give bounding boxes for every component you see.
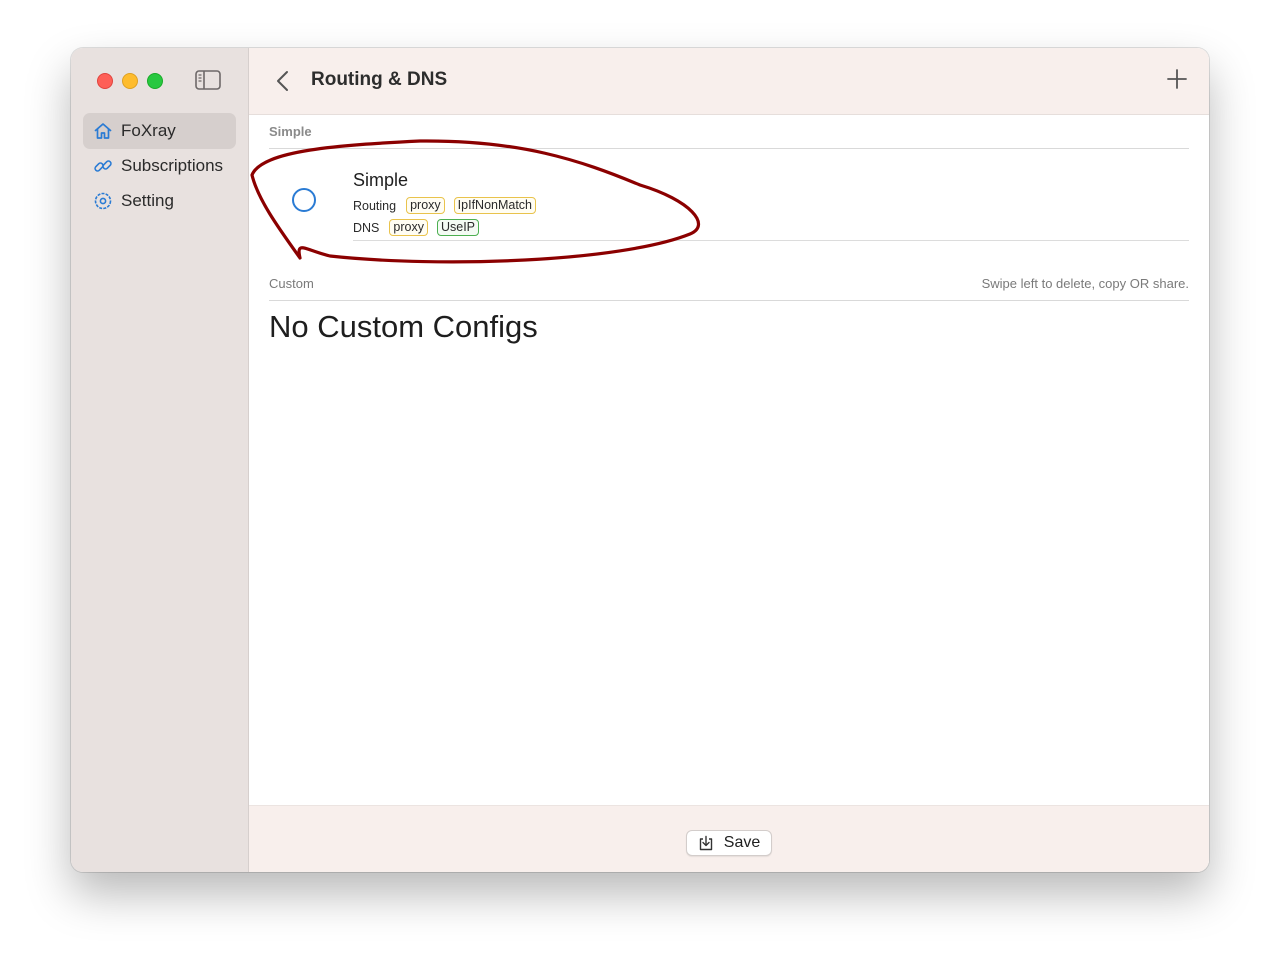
dns-tag: UseIP bbox=[436, 219, 480, 236]
bottom-bar: Save bbox=[249, 805, 1209, 872]
dns-label: DNS bbox=[353, 220, 380, 235]
sidebar-item-subscriptions[interactable]: Subscriptions bbox=[83, 148, 236, 184]
page-title: Routing & DNS bbox=[311, 69, 448, 90]
section-title: Simple bbox=[269, 124, 312, 139]
minimize-window-button[interactable] bbox=[122, 73, 138, 89]
row-divider bbox=[353, 240, 1189, 241]
save-button[interactable]: Save bbox=[686, 830, 772, 856]
empty-state-title: No Custom Configs bbox=[269, 309, 538, 344]
sidebar-toggle-icon[interactable] bbox=[195, 70, 221, 90]
dns-line: DNS proxy UseIP bbox=[353, 219, 488, 236]
link-icon bbox=[94, 160, 112, 172]
select-radio[interactable] bbox=[292, 188, 316, 212]
routing-tag: IpIfNonMatch bbox=[453, 197, 537, 214]
close-window-button[interactable] bbox=[97, 73, 113, 89]
save-icon bbox=[699, 835, 712, 851]
chevron-left-icon[interactable] bbox=[273, 69, 293, 93]
routing-line: Routing proxy IpIfNonMatch bbox=[353, 197, 545, 214]
sidebar: FoXray Subscriptions Setting bbox=[71, 48, 249, 872]
house-icon bbox=[94, 123, 112, 139]
plus-icon[interactable] bbox=[1165, 67, 1189, 91]
gear-icon bbox=[94, 192, 112, 210]
section-header-custom: Custom Swipe left to delete, copy OR sha… bbox=[269, 266, 1189, 301]
section-title: Custom bbox=[269, 276, 314, 291]
toolbar: Routing & DNS bbox=[249, 48, 1209, 115]
section-header-simple: Simple bbox=[269, 114, 1189, 149]
routing-label: Routing bbox=[353, 198, 397, 213]
app-window: FoXray Subscriptions Setting Routing & D… bbox=[71, 48, 1209, 872]
routing-tag: proxy bbox=[406, 197, 445, 214]
main-content: Routing & DNS Simple Simple Routing prox… bbox=[249, 48, 1209, 872]
sidebar-item-setting[interactable]: Setting bbox=[83, 183, 236, 219]
save-label: Save bbox=[723, 834, 761, 851]
dns-tag: proxy bbox=[389, 219, 428, 236]
sidebar-item-label: Setting bbox=[121, 191, 174, 210]
sidebar-nav: FoXray Subscriptions Setting bbox=[83, 113, 236, 218]
sidebar-item-label: Subscriptions bbox=[121, 156, 224, 175]
sidebar-item-label: FoXray bbox=[121, 121, 176, 140]
section-hint: Swipe left to delete, copy OR share. bbox=[981, 276, 1189, 291]
zoom-window-button[interactable] bbox=[147, 73, 163, 89]
sidebar-item-foxray[interactable]: FoXray bbox=[83, 113, 236, 149]
config-row-simple[interactable]: Simple Routing proxy IpIfNonMatch DNS pr… bbox=[249, 149, 1189, 241]
config-title: Simple bbox=[353, 170, 409, 190]
